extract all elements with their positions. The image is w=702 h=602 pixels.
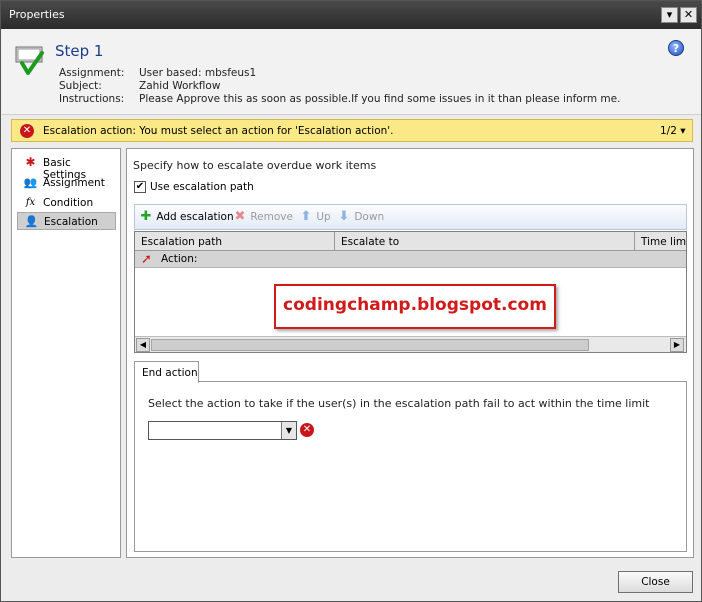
panel-heading: Specify how to escalate overdue work ite…	[133, 159, 377, 172]
add-escalation-label: Add escalation	[156, 211, 234, 223]
column-header-time-limit[interactable]: Time limit	[635, 232, 686, 251]
step-title: Step 1	[55, 42, 104, 60]
title-bar: Properties ▾ ✕	[1, 1, 701, 29]
action-group-label: Action:	[161, 253, 198, 265]
window-close-button[interactable]: ✕	[680, 7, 697, 23]
error-icon: ✕	[20, 124, 34, 138]
move-up-button[interactable]: ⬆ Up	[299, 209, 331, 224]
tab-end-action[interactable]: End action	[134, 361, 199, 383]
error-icon: ✕	[300, 423, 314, 437]
move-down-label: Down	[354, 211, 385, 223]
end-action-prompt: Select the action to take if the user(s)…	[148, 397, 650, 410]
scroll-left-button[interactable]: ◀	[136, 338, 150, 352]
scroll-right-button[interactable]: ▶	[670, 338, 684, 352]
sidebar-item-label: Condition	[43, 197, 94, 209]
end-action-dropdown[interactable]: ▼	[148, 421, 297, 440]
arrow-up-icon: ⬆	[300, 209, 312, 224]
escalation-panel: Specify how to escalate overdue work ite…	[126, 148, 694, 558]
sidebar-item-label: Assignment	[43, 177, 105, 189]
sidebar-item-basic-settings[interactable]: ✱ Basic Settings	[17, 154, 116, 181]
column-header-escalate-to[interactable]: Escalate to	[335, 232, 635, 251]
users-icon: 👥	[23, 176, 38, 189]
chevron-down-icon[interactable]: ▼	[281, 422, 296, 439]
action-group-row[interactable]: ➚ Action:	[135, 251, 686, 268]
escalation-toolbar: ✚ Add escalation ✖ Remove ⬆ Up ⬇ Down	[134, 204, 687, 230]
sidebar-item-label: Escalation	[44, 216, 98, 228]
task-check-icon	[15, 46, 44, 75]
watermark-banner: codingchamp.blogspot.com	[274, 284, 556, 329]
move-up-label: Up	[316, 211, 331, 223]
sidebar-item-assignment[interactable]: 👥 Assignment	[17, 174, 116, 192]
window-title: Properties	[9, 8, 65, 21]
escalation-icon: 👤	[24, 215, 39, 228]
help-icon[interactable]: ?	[668, 40, 684, 56]
error-message: Escalation action: You must select an ac…	[43, 125, 394, 137]
subject-label: Subject:	[59, 80, 102, 92]
step-header: Step 1 ? Assignment: User based: mbsfeus…	[2, 29, 701, 115]
error-pager[interactable]: 1/2 ▾	[660, 125, 686, 137]
horizontal-scrollbar[interactable]: ◀ ▶	[135, 336, 686, 352]
arrow-down-icon: ⬇	[338, 209, 350, 224]
assignment-label: Assignment:	[59, 67, 125, 79]
properties-window: Properties ▾ ✕ Step 1 ? Assignment: User…	[0, 0, 702, 602]
add-escalation-button[interactable]: ✚ Add escalation	[139, 209, 234, 224]
subject-value: Zahid Workflow	[139, 80, 221, 92]
window-menu-button[interactable]: ▾	[661, 7, 678, 23]
sidebar-item-escalation[interactable]: 👤 Escalation	[17, 212, 116, 230]
sidebar-item-condition[interactable]: fx Condition	[17, 194, 116, 212]
remove-icon: ✖	[234, 209, 246, 224]
remove-label: Remove	[250, 211, 293, 223]
function-icon: fx	[25, 197, 36, 208]
instructions-label: Instructions:	[59, 93, 125, 105]
escalate-arrow-icon: ➚	[141, 252, 152, 267]
use-escalation-path-checkbox[interactable]: ✔	[134, 181, 146, 193]
settings-sidebar: ✱ Basic Settings 👥 Assignment fx Conditi…	[11, 148, 121, 558]
use-escalation-path-label[interactable]: Use escalation path	[150, 181, 254, 193]
remove-button[interactable]: ✖ Remove	[233, 209, 293, 224]
close-button[interactable]: Close	[618, 571, 693, 593]
validation-error-bar: ✕ Escalation action: You must select an …	[11, 119, 693, 142]
move-down-button[interactable]: ⬇ Down	[337, 209, 385, 224]
column-header-escalation-path[interactable]: Escalation path	[135, 232, 335, 251]
scroll-thumb[interactable]	[151, 339, 589, 351]
add-icon: ✚	[140, 209, 152, 224]
asterisk-icon: ✱	[25, 155, 36, 169]
assignment-value: User based: mbsfeus1	[139, 67, 257, 79]
instructions-value: Please Approve this as soon as possible.…	[139, 93, 621, 105]
end-action-pane: Select the action to take if the user(s)…	[134, 381, 687, 552]
